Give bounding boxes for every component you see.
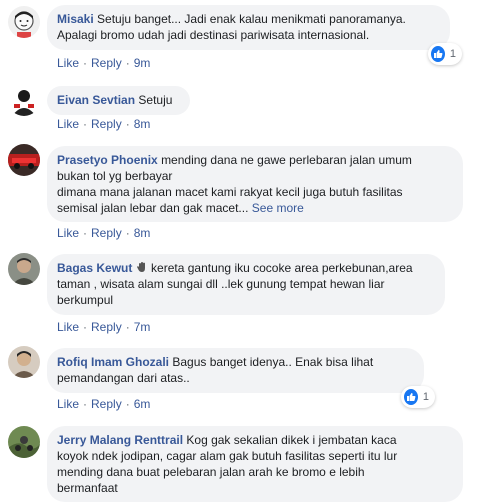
comment-actions: Like · Reply · 8m: [57, 117, 151, 131]
like-icon: [431, 46, 445, 62]
like-link[interactable]: Like: [57, 397, 79, 411]
waving-hand-icon: [136, 261, 148, 273]
comment-text: koyok ndek jodipan, cagar alam gak butuh…: [57, 449, 398, 463]
comment-timestamp[interactable]: 6m: [134, 397, 151, 411]
reaction-count-label: 1: [422, 391, 429, 403]
comment-actions: Like · Reply · 6m: [57, 397, 151, 411]
comment-text: taman , wisata alam sungai dll ..lek gun…: [57, 277, 385, 291]
comment-text: pemandangan dari atas..: [57, 371, 190, 385]
like-link[interactable]: Like: [57, 320, 79, 334]
comment-bubble: Misaki Setuju banget... Jadi enak kalau …: [47, 5, 450, 50]
comment-text: Kog gak sekalian dikek i jembatan kaca: [186, 433, 397, 447]
comment-author[interactable]: Misaki: [57, 12, 94, 26]
avatar[interactable]: [8, 6, 40, 38]
comment-text: Bagus banget idenya.. Enak bisa lihat: [172, 355, 374, 369]
reply-link[interactable]: Reply: [91, 320, 122, 334]
comment-actions: Like · Reply · 8m: [57, 226, 151, 240]
reply-link[interactable]: Reply: [91, 117, 122, 131]
comment-text: semisal jalan lebar dan gak macet...: [57, 201, 249, 215]
like-link[interactable]: Like: [57, 56, 79, 70]
comment-bubble: Eivan Sevtian Setuju: [47, 86, 190, 115]
reply-link[interactable]: Reply: [91, 226, 122, 240]
reaction-count-label: 1: [449, 48, 456, 60]
reaction-count[interactable]: 1: [428, 43, 462, 65]
comment-bubble: Rofiq Imam Ghozali Bagus banget idenya..…: [47, 348, 424, 393]
comment-author[interactable]: Rofiq Imam Ghozali: [57, 355, 169, 369]
avatar[interactable]: [8, 144, 40, 176]
comment-author[interactable]: Prasetyo Phoenix: [57, 153, 158, 167]
reaction-count[interactable]: 1: [401, 386, 435, 408]
comment-actions: Like · Reply · 7m: [57, 320, 151, 334]
comment-text: berkumpul: [57, 293, 114, 307]
avatar[interactable]: [8, 346, 40, 378]
avatar[interactable]: [8, 84, 40, 116]
like-link[interactable]: Like: [57, 117, 79, 131]
comment-author[interactable]: Eivan Sevtian: [57, 93, 135, 107]
comment-author[interactable]: Bagas Kewut: [57, 261, 132, 275]
reply-link[interactable]: Reply: [91, 56, 122, 70]
comment-text: mending dana ne gawe perlebaran jalan um…: [161, 153, 412, 167]
like-icon: [404, 389, 418, 405]
see-more-link[interactable]: See more: [252, 201, 304, 215]
comment-actions: Like · Reply · 9m: [57, 56, 151, 70]
comment-author[interactable]: Jerry Malang Renttrail: [57, 433, 183, 447]
comment-timestamp[interactable]: 9m: [134, 56, 151, 70]
comment-text: bermanfaat: [57, 481, 118, 495]
comment-text: mending dana buat pelebaran jalan arah k…: [57, 465, 365, 479]
comment-text: Apalagi bromo udah jadi destinasi pariwi…: [57, 28, 370, 42]
avatar[interactable]: [8, 253, 40, 285]
avatar[interactable]: [8, 426, 40, 458]
comment-text: Setuju banget... Jadi enak kalau menikma…: [97, 12, 406, 26]
comment-text: Setuju: [138, 93, 173, 107]
like-link[interactable]: Like: [57, 226, 79, 240]
comment-timestamp[interactable]: 8m: [134, 226, 151, 240]
comment-text: dimana mana jalanan macet kami rakyat ke…: [57, 185, 403, 199]
reply-link[interactable]: Reply: [91, 397, 122, 411]
comment-timestamp[interactable]: 7m: [134, 320, 151, 334]
comment-timestamp[interactable]: 8m: [134, 117, 151, 131]
comment-bubble: Prasetyo Phoenix mending dana ne gawe pe…: [47, 146, 463, 222]
comment-text: kereta gantung iku cocoke area perkebuna…: [151, 261, 413, 275]
comment-text: bukan tol yg berbayar: [57, 169, 173, 183]
comment-bubble: Bagas Kewut kereta gantung iku cocoke ar…: [47, 254, 445, 315]
